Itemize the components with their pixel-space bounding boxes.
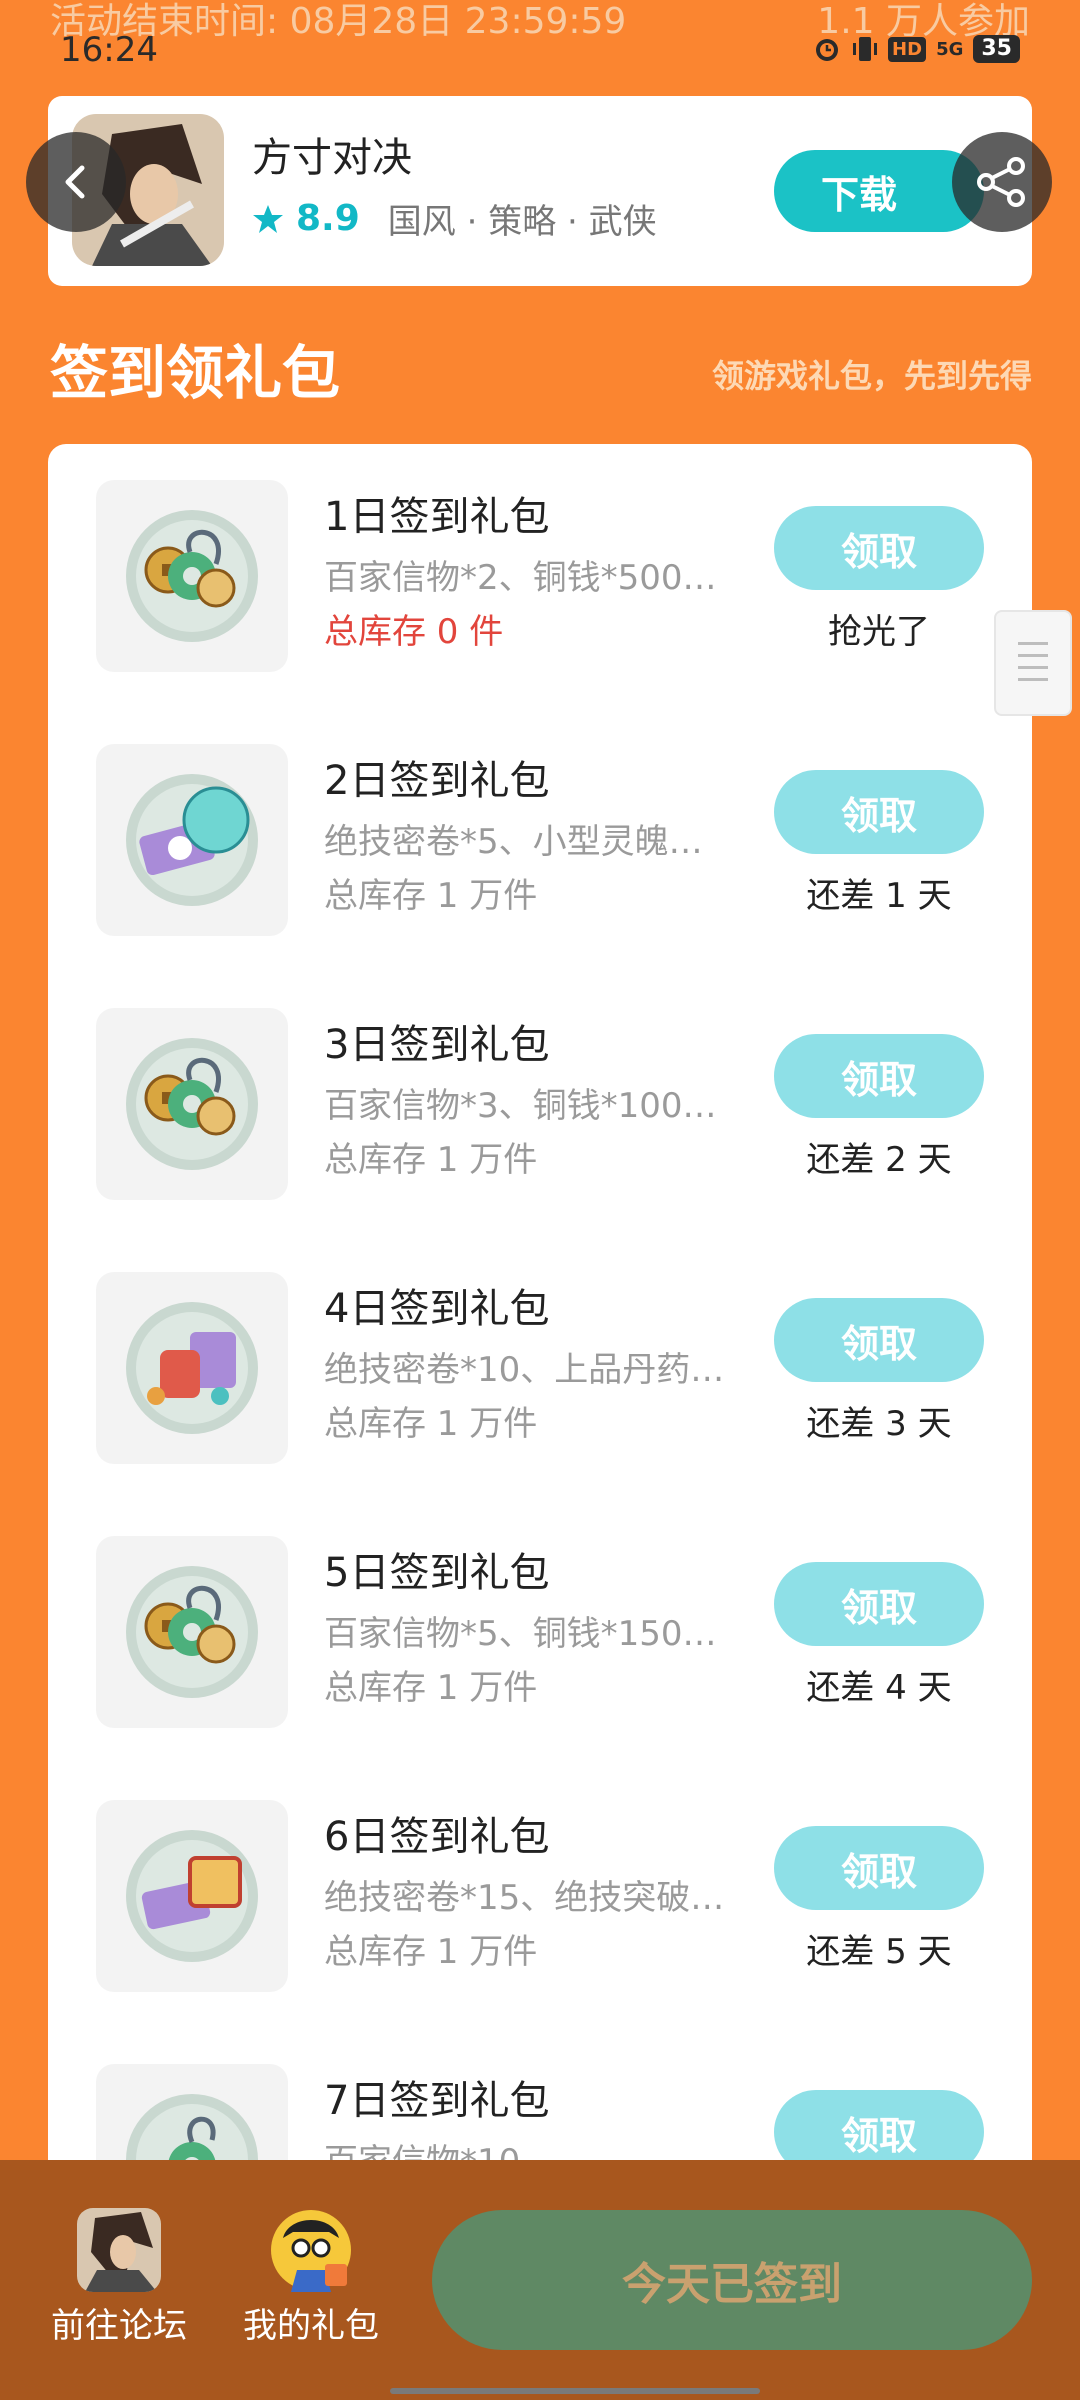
gift-content: 绝技密卷*10、上品丹药… xyxy=(324,1350,725,1390)
gift-stock: 总库存 1 万件 xyxy=(324,1932,538,1972)
claim-status: 还差 3 天 xyxy=(806,1404,952,1444)
forum-nav[interactable]: 前往论坛 xyxy=(34,2208,204,2348)
claim-status: 还差 5 天 xyxy=(806,1932,952,1972)
gift-stock: 总库存 1 万件 xyxy=(324,1404,538,1444)
clock: 16:24 xyxy=(60,30,158,70)
claim-button[interactable]: 领取 xyxy=(774,1298,984,1382)
hd-icon: HD xyxy=(888,36,927,62)
gift-content: 绝技密卷*15、绝技突破… xyxy=(324,1878,725,1918)
game-header-card[interactable]: 方寸对决 8.9 国风 · 策略 · 武侠 下载 xyxy=(48,96,1032,286)
gift-content: 绝技密卷*5、小型灵魄… xyxy=(324,822,703,862)
gift-name: 3日签到礼包 xyxy=(324,1022,550,1068)
claim-button[interactable]: 领取 xyxy=(774,1034,984,1118)
coins-jade-icon xyxy=(96,480,288,672)
gift-stock: 总库存 0 件 xyxy=(324,612,504,652)
user-avatar-icon xyxy=(269,2208,353,2292)
claim-status: 还差 1 天 xyxy=(806,876,952,916)
share-button[interactable] xyxy=(952,132,1052,232)
gift-row: 6日签到礼包 绝技密卷*15、绝技突破… 总库存 1 万件 领取 还差 5 天 xyxy=(48,1764,1032,2028)
gift-content: 百家信物*2、铜钱*500… xyxy=(324,558,717,598)
signal-icon: 5G xyxy=(936,38,964,60)
claim-status: 还差 2 天 xyxy=(806,1140,952,1180)
signed-today-button[interactable]: 今天已签到 xyxy=(432,2210,1032,2350)
coins-jade-icon xyxy=(96,1008,288,1200)
battery-icon: 35 xyxy=(973,35,1020,63)
alarm-icon xyxy=(812,34,842,64)
game-avatar-icon xyxy=(77,2208,161,2292)
rating-row: 8.9 国风 · 策略 · 武侠 xyxy=(252,194,657,243)
scroll-handle[interactable] xyxy=(994,610,1072,716)
gift-content: 百家信物*5、铜钱*150… xyxy=(324,1614,717,1654)
gift-content: 百家信物*3、铜钱*100… xyxy=(324,1086,717,1126)
rating-value: 8.9 xyxy=(296,198,360,239)
bottom-bar: 前往论坛 我的礼包 今天已签到 xyxy=(0,2160,1080,2400)
gift-row: 2日签到礼包 绝技密卷*5、小型灵魄… 总库存 1 万件 领取 还差 1 天 xyxy=(48,708,1032,972)
gift-list: 1日签到礼包 百家信物*2、铜钱*500… 总库存 0 件 领取 抢光了 2日签… xyxy=(48,444,1032,2224)
chevron-left-icon xyxy=(65,165,85,199)
claim-status: 还差 4 天 xyxy=(806,1668,952,1708)
gift-row: 3日签到礼包 百家信物*3、铜钱*100… 总库存 1 万件 领取 还差 2 天 xyxy=(48,972,1032,1236)
vibrate-icon xyxy=(852,34,878,64)
forum-label: 前往论坛 xyxy=(51,2306,187,2346)
scroll-potion-icon xyxy=(96,1272,288,1464)
claim-button[interactable]: 领取 xyxy=(774,1826,984,1910)
share-icon xyxy=(977,157,1025,207)
scroll-orb-icon xyxy=(96,744,288,936)
section-title: 签到领礼包 xyxy=(50,339,341,407)
status-icons: HD 5G 35 xyxy=(812,34,1020,64)
my-gifts-nav[interactable]: 我的礼包 xyxy=(226,2208,396,2348)
gift-name: 7日签到礼包 xyxy=(324,2078,550,2124)
claim-button[interactable]: 领取 xyxy=(774,770,984,854)
game-name: 方寸对决 xyxy=(252,135,412,181)
gift-name: 1日签到礼包 xyxy=(324,494,550,540)
home-indicator[interactable] xyxy=(390,2388,760,2394)
gift-row: 1日签到礼包 百家信物*2、铜钱*500… 总库存 0 件 领取 抢光了 xyxy=(48,444,1032,708)
section-subtitle: 领游戏礼包，先到先得 xyxy=(711,357,1032,395)
gift-row: 5日签到礼包 百家信物*5、铜钱*150… 总库存 1 万件 领取 还差 4 天 xyxy=(48,1500,1032,1764)
star-icon xyxy=(253,204,283,233)
my-gifts-label: 我的礼包 xyxy=(243,2306,379,2346)
coins-jade-icon xyxy=(96,1536,288,1728)
gift-stock: 总库存 1 万件 xyxy=(324,876,538,916)
status-bar: 活动结束时间: 08月28日 23:59:59 1.1 万人参加 16:24 H… xyxy=(0,0,1080,90)
gift-stock: 总库存 1 万件 xyxy=(324,1140,538,1180)
claim-button[interactable]: 领取 xyxy=(774,506,984,590)
gift-stock: 总库存 1 万件 xyxy=(324,1668,538,1708)
gift-name: 2日签到礼包 xyxy=(324,758,550,804)
gift-name: 4日签到礼包 xyxy=(324,1286,550,1332)
gift-row: 4日签到礼包 绝技密卷*10、上品丹药… 总库存 1 万件 领取 还差 3 天 xyxy=(48,1236,1032,1500)
claim-button[interactable]: 领取 xyxy=(774,1562,984,1646)
back-button[interactable] xyxy=(26,132,126,232)
claim-status: 抢光了 xyxy=(828,612,930,652)
gift-name: 6日签到礼包 xyxy=(324,1814,550,1860)
game-tags: 国风 · 策略 · 武侠 xyxy=(387,202,657,242)
double-scroll-icon xyxy=(96,1800,288,1992)
gift-name: 5日签到礼包 xyxy=(324,1550,550,1596)
